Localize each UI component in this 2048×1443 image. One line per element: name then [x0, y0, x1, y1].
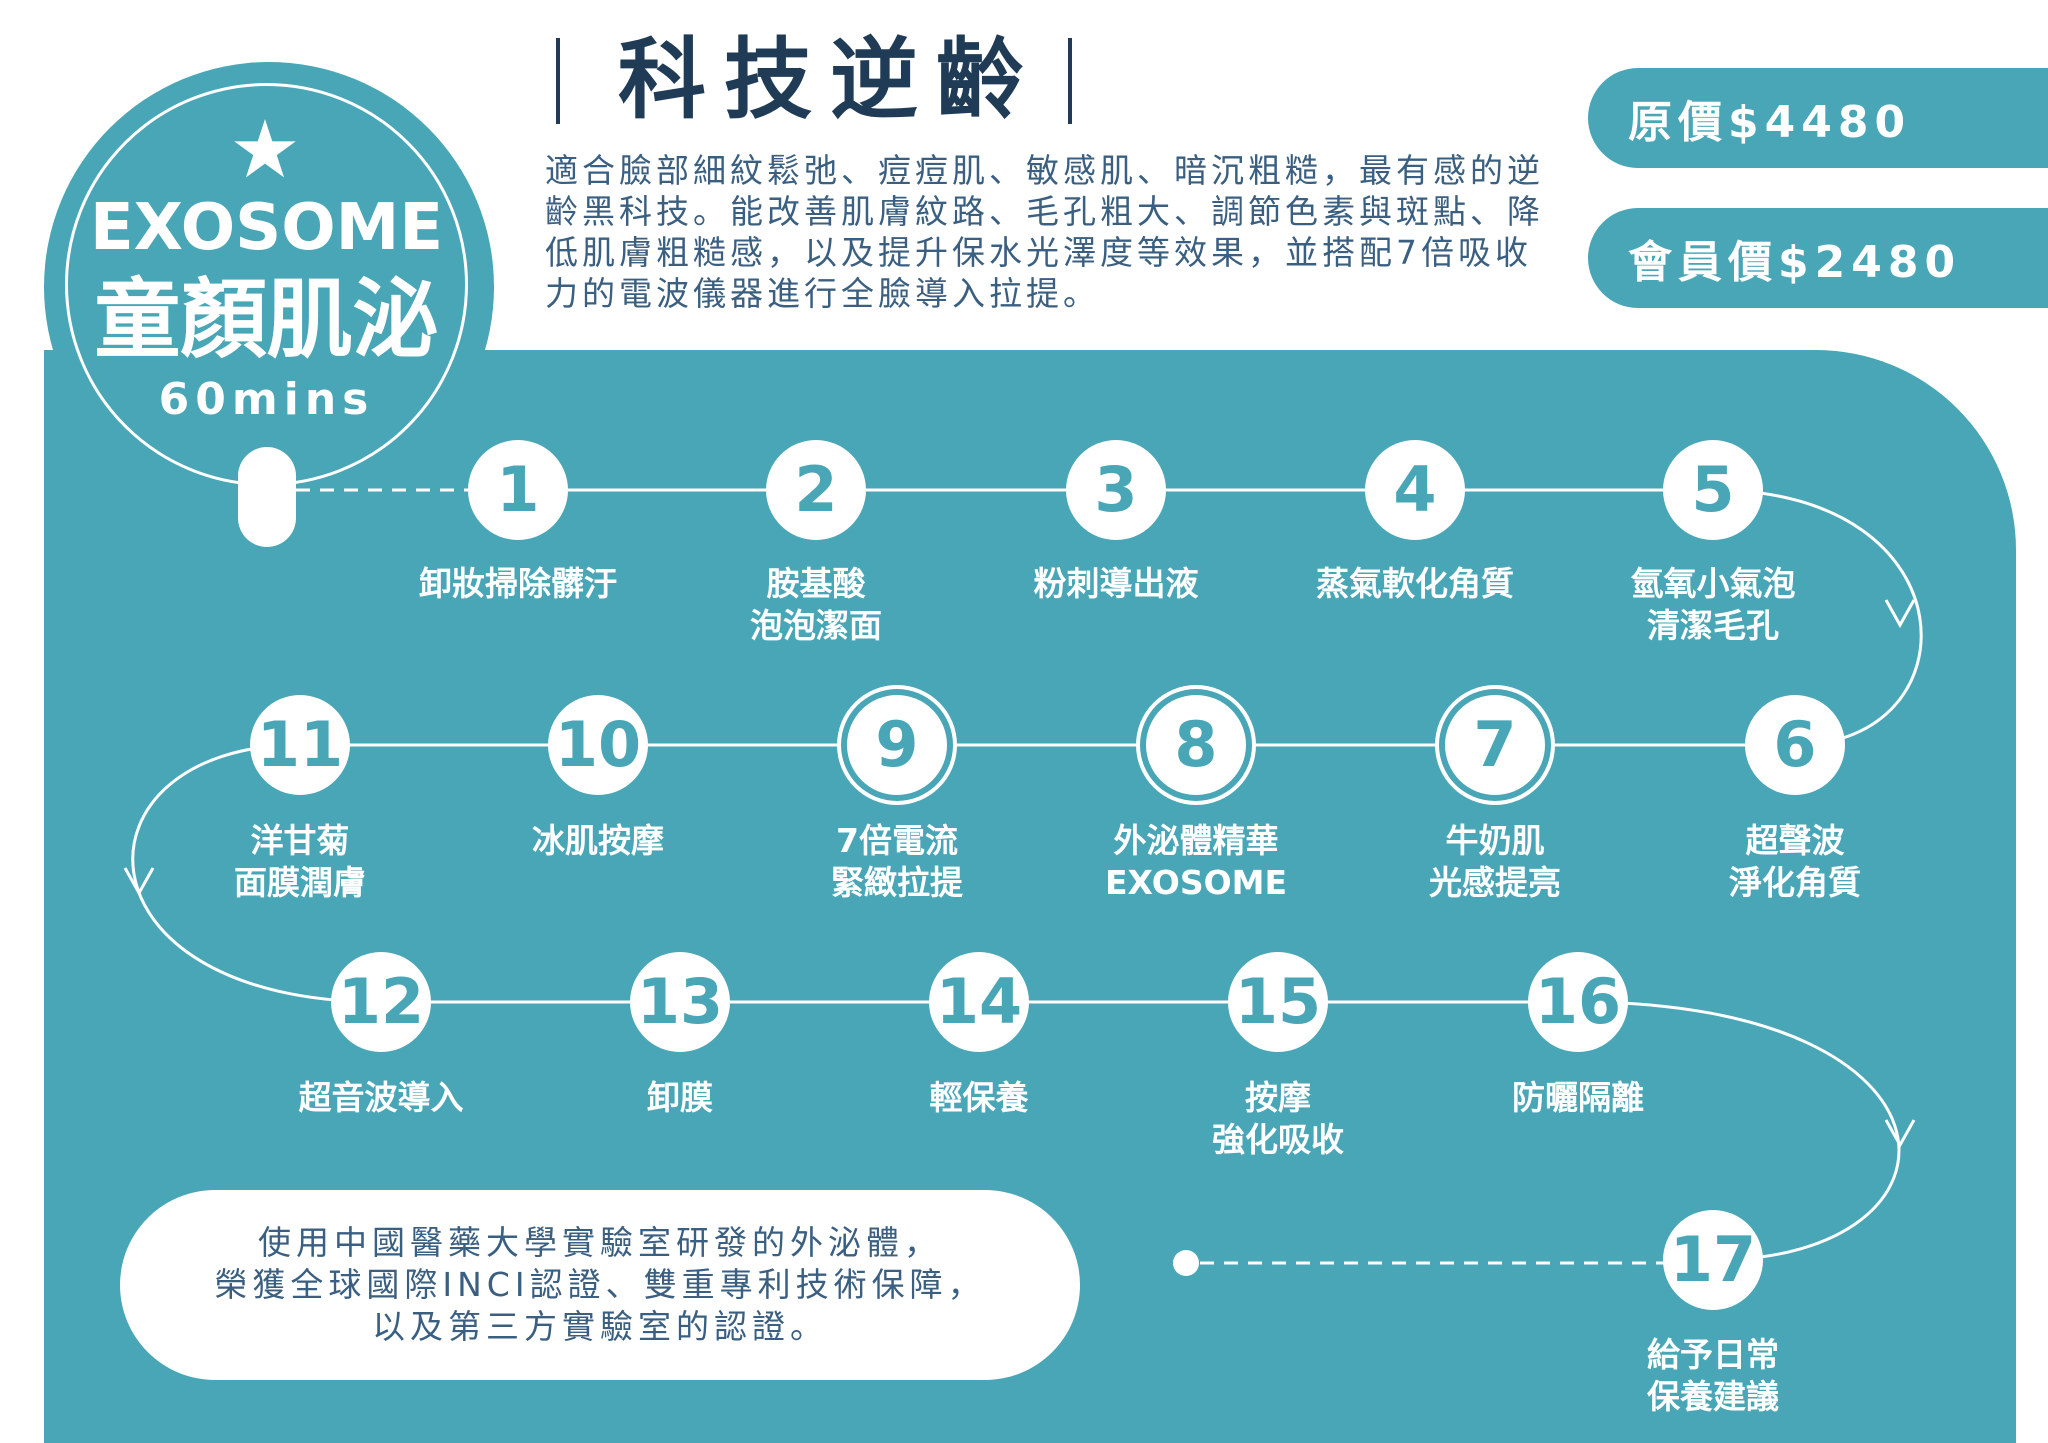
- title-bar-left: [556, 38, 560, 124]
- member-price-badge: 會員價$2480: [1588, 208, 2048, 308]
- flow-start-handle: [238, 447, 296, 547]
- step-12-label: 超音波導入: [298, 1078, 464, 1117]
- step-3-circle: 3: [1066, 440, 1166, 540]
- step-3-label: 粉刺導出液: [1033, 564, 1199, 603]
- star-icon: ★: [229, 103, 301, 196]
- step-11-label: 洋甘菊 面膜潤膚: [234, 821, 366, 902]
- badge-duration: 60mins: [158, 374, 375, 425]
- flow-end-dot: [1173, 1250, 1199, 1276]
- step-7-label: 牛奶肌 光感提亮: [1429, 821, 1561, 902]
- step-2-label: 胺基酸 泡泡潔面: [750, 564, 882, 645]
- step-17-label: 給予日常 保養建議: [1647, 1335, 1779, 1416]
- step-17-circle: 17: [1663, 1210, 1763, 1310]
- step-15-label: 按摩 強化吸收: [1212, 1078, 1344, 1159]
- step-15-circle: 15: [1228, 952, 1328, 1052]
- step-13-circle: 13: [630, 952, 730, 1052]
- step-13-label: 卸膜: [647, 1078, 713, 1117]
- step-8-circle: 8: [1146, 695, 1246, 795]
- step-7-circle: 7: [1445, 695, 1545, 795]
- step-6-circle: 6: [1745, 695, 1845, 795]
- step-5-circle: 5: [1663, 440, 1763, 540]
- step-16-label: 防曬隔離: [1512, 1078, 1644, 1117]
- step-14-circle: 14: [929, 952, 1029, 1052]
- title-bar-right: [1068, 38, 1072, 124]
- original-price-badge: 原價$4480: [1588, 68, 2048, 168]
- step-11-circle: 11: [250, 695, 350, 795]
- step-14-label: 輕保養: [929, 1078, 1029, 1117]
- step-1-circle: 1: [468, 440, 568, 540]
- step-12-circle: 12: [331, 952, 431, 1052]
- step-10-circle: 10: [548, 695, 648, 795]
- certification-note: 使用中國醫藥大學實驗室研發的外泌體， 榮獲全球國際INCI認證、雙重專利技術保障…: [120, 1190, 1080, 1380]
- certification-text: 使用中國醫藥大學實驗室研發的外泌體， 榮獲全球國際INCI認證、雙重專利技術保障…: [214, 1223, 986, 1346]
- description-text: 適合臉部細紋鬆弛、痘痘肌、敏感肌、暗沉粗糙，最有感的逆齡黑科技。能改善肌膚紋路、…: [545, 151, 1544, 313]
- step-16-circle: 16: [1528, 952, 1628, 1052]
- step-6-label: 超聲波 淨化角質: [1729, 821, 1861, 902]
- step-5-label: 氫氧小氣泡 清潔毛孔: [1630, 564, 1796, 645]
- step-8-label: 外泌體精華 EXOSOME: [1104, 821, 1288, 902]
- badge-title-en: EXOSOME: [89, 191, 444, 265]
- step-9-label: 7倍電流 緊緻拉提: [831, 821, 963, 902]
- page-title: 科技逆齡: [617, 28, 1042, 131]
- step-1-label: 卸妝掃除髒汙: [419, 564, 617, 603]
- badge-title-zh: 童顏肌泌: [94, 270, 439, 370]
- step-4-circle: 4: [1365, 440, 1465, 540]
- step-10-label: 冰肌按摩: [532, 821, 664, 860]
- step-9-circle: 9: [847, 695, 947, 795]
- step-4-label: 蒸氣軟化角質: [1316, 564, 1514, 603]
- step-2-circle: 2: [766, 440, 866, 540]
